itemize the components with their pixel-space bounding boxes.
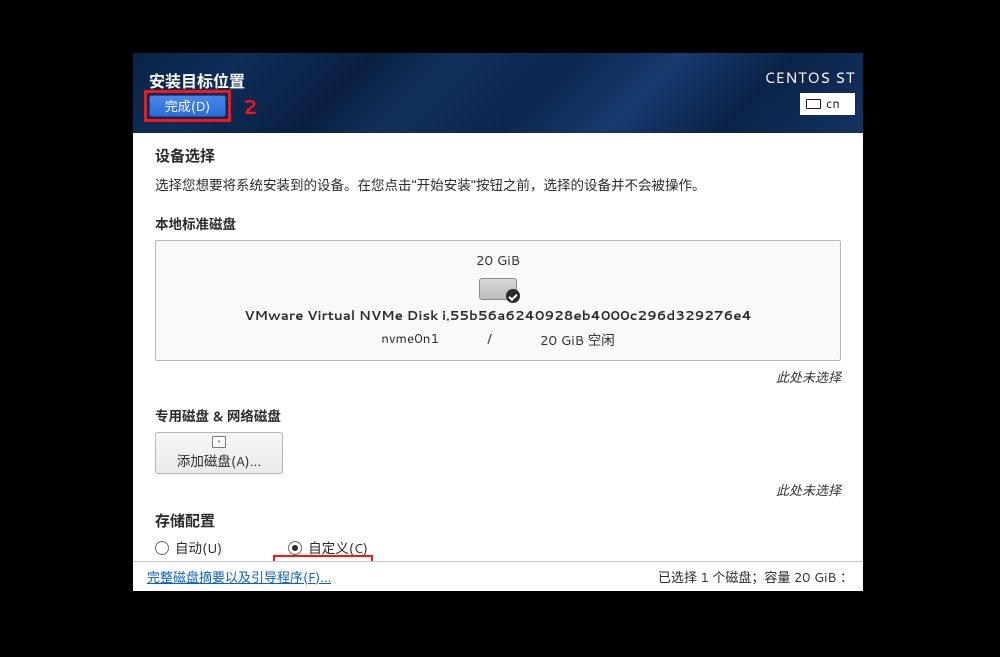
radio-custom-label: 自定义(C) [308,537,368,558]
local-disk-item[interactable]: 20 GiB VMware Virtual NVMe Disk i.55b56a… [155,240,841,361]
done-button[interactable]: 完成(D) [149,95,226,117]
storage-config-radio-row: 自动(U) 自定义(C) [155,537,841,558]
radio-auto-label: 自动(U) [175,537,222,558]
device-select-title: 设备选择 [155,145,841,166]
radio-custom[interactable]: 自定义(C) [288,537,368,558]
special-disks-none-note: 此处未选择 [155,480,841,500]
annotation-box-2: 完成(D) [144,90,231,122]
footer: 完整磁盘摘要以及引导程序(F)... 已选择 1 个磁盘；容量 20 GiB ： [133,561,863,591]
body: 设备选择 选择您想要将系统安装到的设备。在您点击"开始安装"按钮之前，选择的设备… [133,133,863,561]
disk-size: 20 GiB [172,251,824,270]
disk-free: 20 GiB 空闲 [540,329,615,350]
distro-brand: CENTOS ST [764,67,855,88]
installer-window: 安装目标位置 完成(D) 2 CENTOS ST cn 设备选择 选择您想要将系… [133,53,863,591]
radio-custom-indicator [288,541,302,555]
storage-config-title: 存储配置 [155,510,841,531]
disk-dev: nvme0n1 [381,329,439,350]
hard-disk-icon [479,278,517,300]
header: 安装目标位置 完成(D) 2 CENTOS ST cn [133,53,863,133]
add-disk-label: 添加磁盘(A)... [177,450,261,471]
radio-auto[interactable]: 自动(U) [155,537,222,558]
selection-summary: 已选择 1 个磁盘；容量 20 GiB ： [658,567,853,587]
disk-sep: / [487,329,492,350]
add-disk-button[interactable]: 添加磁盘(A)... [155,432,283,474]
disk-details-row: nvme0n1 / 20 GiB 空闲 [172,329,824,350]
special-disks-label: 专用磁盘 & 网络磁盘 [155,405,841,426]
disk-name: VMware Virtual NVMe Disk i.55b56a6240928… [172,306,824,325]
keyboard-layout-label: cn [826,95,840,113]
radio-auto-indicator [155,541,169,555]
add-disk-icon [212,436,226,448]
local-disks-none-note: 此处未选择 [155,367,841,387]
local-disks-label: 本地标准磁盘 [155,213,841,234]
keyboard-layout-indicator[interactable]: cn [800,93,855,115]
annotation-marker-2: 2 [243,93,257,121]
full-disk-summary-link[interactable]: 完整磁盘摘要以及引导程序(F)... [147,567,331,587]
keyboard-icon [806,99,821,109]
device-select-desc: 选择您想要将系统安装到的设备。在您点击"开始安装"按钮之前，选择的设备并不会被操… [155,174,841,195]
